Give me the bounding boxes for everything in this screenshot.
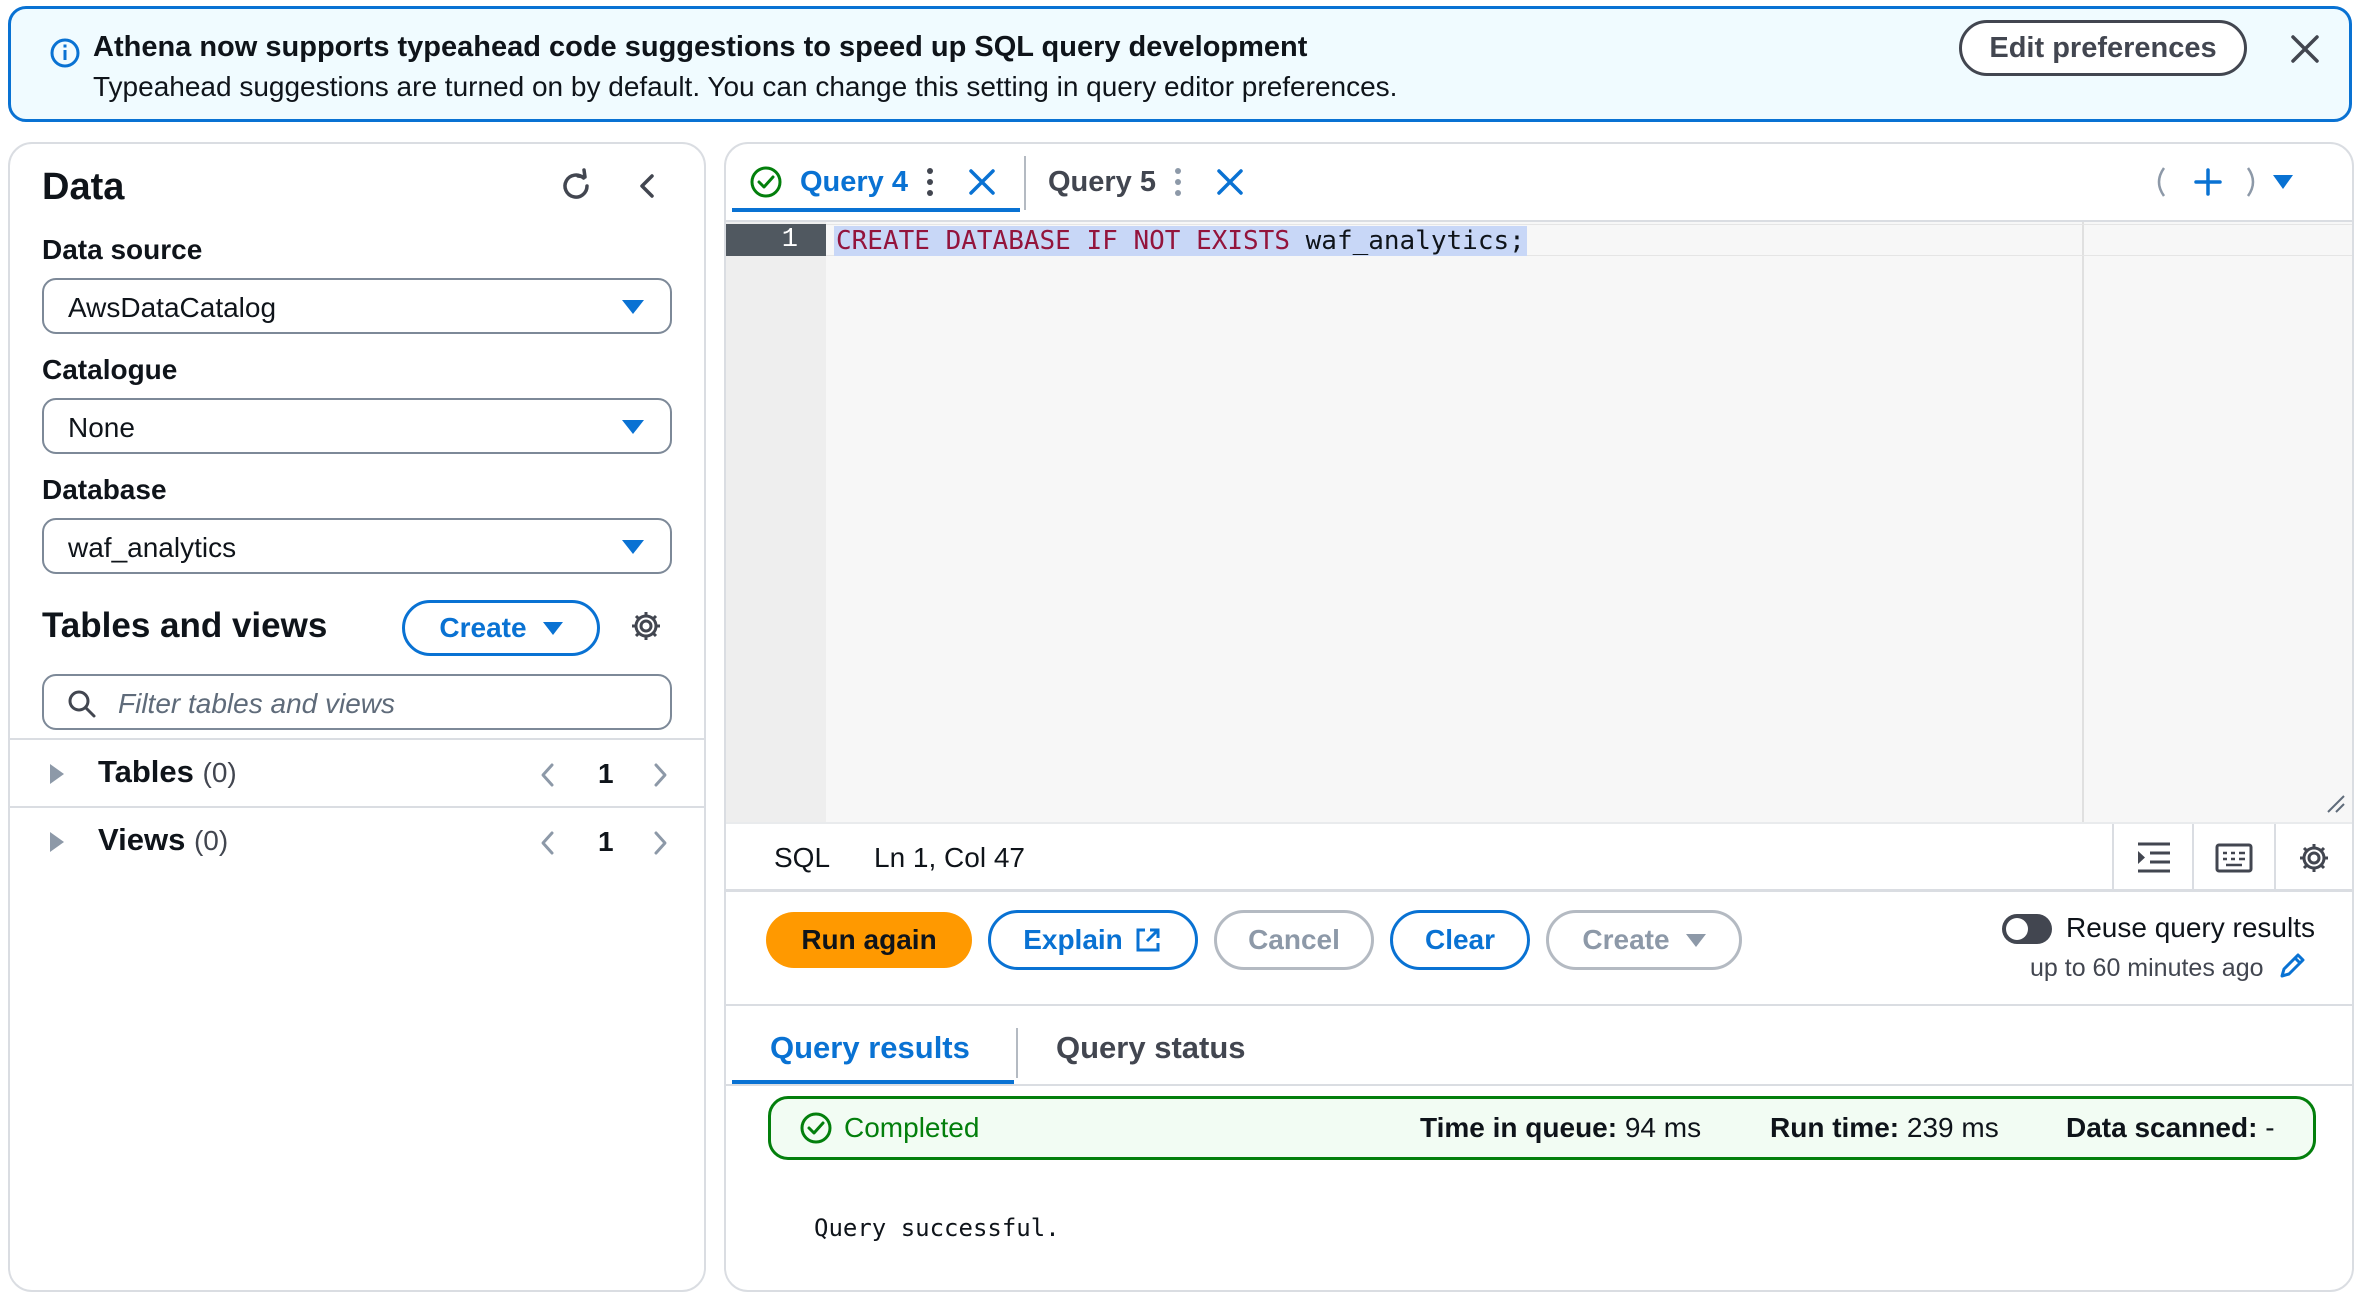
- catalogue-label: Catalogue: [42, 354, 178, 385]
- format-query-icon[interactable]: [2134, 840, 2174, 876]
- refresh-icon[interactable]: [556, 166, 596, 206]
- caret-down-icon: [622, 420, 644, 434]
- reuse-results-label: Reuse query results: [2066, 912, 2316, 943]
- tree-item-count: (0): [193, 825, 229, 856]
- more-options-icon[interactable]: [1170, 164, 1186, 200]
- resize-handle-icon[interactable]: [2322, 790, 2346, 814]
- info-icon: [50, 38, 80, 68]
- database-select[interactable]: waf_analytics: [42, 518, 672, 574]
- banner-title: Athena now supports typeahead code sugge…: [93, 31, 1308, 63]
- divider: [10, 806, 706, 808]
- tree-item-count: (0): [202, 757, 237, 788]
- tab-query-status[interactable]: Query status: [1056, 1030, 1246, 1066]
- caret-down-icon: [542, 621, 563, 635]
- more-options-icon[interactable]: [922, 164, 938, 200]
- toggle-knob: [2006, 918, 2028, 940]
- tree-item-label: Tables: [98, 754, 194, 789]
- database-value: waf_analytics: [68, 532, 237, 563]
- clear-button[interactable]: Clear: [1390, 910, 1530, 970]
- caret-down-icon: [622, 300, 644, 314]
- reuse-results-subtext: up to 60 minutes ago: [2030, 954, 2264, 982]
- close-icon[interactable]: [2283, 27, 2327, 71]
- tables-views-title: Tables and views: [42, 606, 328, 645]
- expand-views-icon[interactable]: [50, 832, 64, 852]
- create-button-label: Create: [439, 612, 527, 643]
- page-number: 1: [598, 758, 614, 789]
- tree-item-label: Views: [98, 822, 186, 857]
- divider: [2192, 824, 2194, 890]
- divider: [2112, 824, 2114, 890]
- close-tab-icon[interactable]: [964, 164, 1000, 200]
- run-time: Run time: 239 ms: [1770, 1112, 1999, 1143]
- reuse-results-toggle[interactable]: [2002, 914, 2052, 944]
- banner-description: Typeahead suggestions are turned on by d…: [93, 71, 1398, 102]
- external-link-icon: [1136, 928, 1160, 952]
- explain-button[interactable]: Explain: [988, 910, 1198, 970]
- keyboard-icon[interactable]: [2214, 842, 2254, 874]
- search-icon: [68, 690, 96, 718]
- tab-query-results[interactable]: Query results: [770, 1030, 970, 1066]
- page-number: 1: [598, 826, 614, 857]
- create-button[interactable]: Create: [402, 600, 600, 656]
- query-result-message: Query successful.: [814, 1214, 1060, 1242]
- plus-icon[interactable]: [2190, 164, 2226, 200]
- create-query-button[interactable]: Create: [1546, 910, 1742, 970]
- caret-down-icon[interactable]: [2270, 172, 2296, 192]
- filter-placeholder: Filter tables and views: [118, 688, 396, 719]
- scroll-tabs-left-icon[interactable]: [2150, 164, 2170, 200]
- data-source-value: AwsDataCatalog: [68, 292, 277, 323]
- expand-tables-icon[interactable]: [50, 764, 64, 784]
- chevron-left-icon[interactable]: [536, 760, 560, 790]
- chevron-left-icon[interactable]: [536, 828, 560, 858]
- print-margin: [2082, 222, 2084, 822]
- active-tab-indicator: [732, 208, 1020, 212]
- pencil-icon[interactable]: [2276, 950, 2308, 982]
- tab-query-5[interactable]: Query 5: [1048, 166, 1156, 199]
- code-line[interactable]: CREATE DATABASE IF NOT EXISTS waf_analyt…: [834, 226, 1527, 256]
- cursor-position: Ln 1, Col 47: [874, 842, 1025, 873]
- info-banner: Athena now supports typeahead code sugge…: [8, 6, 2352, 122]
- cancel-button[interactable]: Cancel: [1214, 910, 1374, 970]
- status-completed: Completed: [844, 1112, 980, 1143]
- gear-icon[interactable]: [626, 606, 666, 646]
- sql-code-editor[interactable]: [826, 222, 2352, 822]
- success-icon: [800, 1112, 832, 1144]
- chevron-right-icon[interactable]: [648, 760, 672, 790]
- run-again-button[interactable]: Run again: [766, 912, 972, 968]
- language-label: SQL: [774, 842, 831, 873]
- caret-down-icon: [622, 540, 644, 554]
- gear-icon[interactable]: [2294, 838, 2334, 878]
- catalogue-value: None: [68, 412, 135, 443]
- caret-down-icon: [1685, 933, 1706, 947]
- line-number: 1: [726, 224, 826, 256]
- tab-query-4[interactable]: Query 4: [800, 166, 908, 199]
- data-source-label: Data source: [42, 234, 203, 265]
- explain-button-label: Explain: [1023, 924, 1123, 955]
- catalogue-select[interactable]: None: [42, 398, 672, 454]
- create-query-button-label: Create: [1582, 924, 1670, 955]
- data-scanned: Data scanned: -: [2066, 1112, 2275, 1143]
- success-icon: [750, 166, 782, 198]
- data-panel: Data Data source AwsDataCatalog Catalogu…: [8, 142, 706, 1292]
- tree-item-views[interactable]: Views (0): [98, 822, 228, 858]
- divider: [10, 738, 706, 740]
- divider: [726, 1084, 2352, 1086]
- filter-tables-input[interactable]: Filter tables and views: [42, 674, 672, 730]
- divider: [726, 1004, 2352, 1006]
- edit-preferences-button[interactable]: Edit preferences: [1959, 20, 2247, 76]
- query-editor-panel: Query 4 Query 5 1 CREATE DATABASE IF NOT…: [724, 142, 2354, 1292]
- time-in-queue: Time in queue: 94 ms: [1420, 1112, 1702, 1143]
- close-tab-icon[interactable]: [1212, 164, 1248, 200]
- data-source-select[interactable]: AwsDataCatalog: [42, 278, 672, 334]
- line-number-gutter: [726, 222, 826, 822]
- tab-separator: [1016, 1028, 1018, 1078]
- chevron-right-icon[interactable]: [648, 828, 672, 858]
- scroll-tabs-right-icon[interactable]: [2242, 164, 2262, 200]
- database-label: Database: [42, 474, 167, 505]
- tab-separator: [1024, 156, 1026, 210]
- collapse-panel-icon[interactable]: [628, 166, 668, 206]
- tree-item-tables[interactable]: Tables (0): [98, 754, 237, 790]
- divider: [2274, 824, 2276, 890]
- data-panel-title: Data: [42, 166, 125, 208]
